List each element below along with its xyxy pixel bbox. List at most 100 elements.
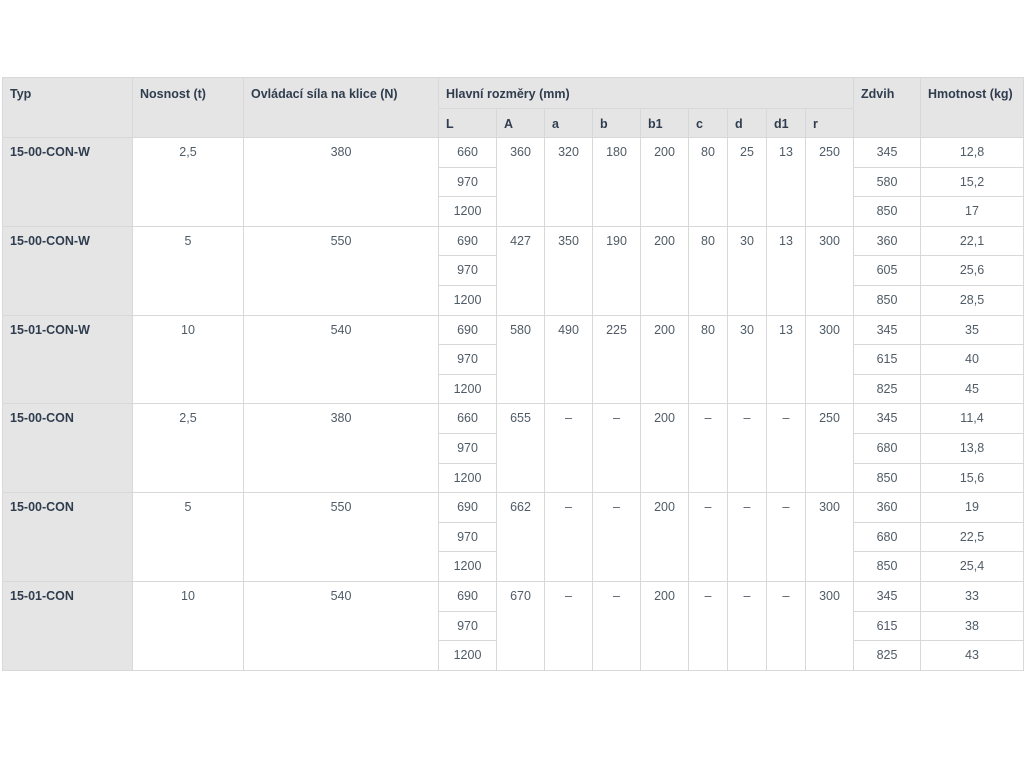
subheader-b: b <box>592 108 641 138</box>
cell-hmotnost: 17 <box>920 196 1024 227</box>
subheader-d: d <box>727 108 767 138</box>
cell-zdvih: 825 <box>853 373 921 405</box>
cell-zdvih: 850 <box>853 284 921 316</box>
cell-zdvih: 345 <box>853 137 921 168</box>
cell-l: 660 <box>438 137 497 168</box>
cell-hmotnost: 13,8 <box>920 432 1024 464</box>
spec-table: Typ Nosnost (t) Ovládací síla na klice (… <box>2 77 1024 671</box>
cell-a: – <box>544 580 593 671</box>
cell-l: 660 <box>438 403 497 434</box>
cell-r: 250 <box>805 403 854 494</box>
cell-d: – <box>727 403 767 494</box>
table-row: 15-01-CON 10 540 690 670– –200– – –300 345 33 <box>2 580 1024 671</box>
table-row: 15-01-CON-W 10 540 690 580 490 225 200 80 30 13 300… <box>2 314 1024 405</box>
subheader-c: c <box>688 108 728 138</box>
cell-sila: 380 <box>243 137 439 227</box>
cell-hmotnost: 11,4 <box>920 403 1024 434</box>
subheader-b1: b1 <box>640 108 689 138</box>
cell-zdvih: 680 <box>853 432 921 464</box>
cell-r: 300 <box>805 314 854 405</box>
cell-c: 80 <box>688 314 728 405</box>
cell-d: – <box>727 492 767 582</box>
cell-zdvih: 345 <box>853 580 921 612</box>
cell-zdvih: 360 <box>853 225 921 257</box>
cell-sila: 550 <box>243 225 439 316</box>
table-row: 15-00-CON-W 5 550 690 427 350 190 200 80 30 13 300 3… <box>2 225 1024 316</box>
cell-a: 580 <box>496 314 545 405</box>
cell-typ: 15-01-CON-W <box>2 314 133 405</box>
cell-a: 320 <box>544 137 593 227</box>
cell-zdvih: 850 <box>853 462 921 494</box>
cell-hmotnost: 43 <box>920 640 1024 671</box>
header-hmotnost: Hmotnost (kg) <box>920 77 1024 138</box>
cell-a: 662 <box>496 492 545 582</box>
cell-l: 690 <box>438 225 497 257</box>
cell-zdvih: 345 <box>853 314 921 346</box>
cell-hmotnost: 25,4 <box>920 551 1024 582</box>
cell-typ: 15-01-CON <box>2 580 133 671</box>
cell-l: 690 <box>438 492 497 523</box>
cell-c: – <box>688 492 728 582</box>
cell-zdvih: 680 <box>853 521 921 553</box>
cell-d1: – <box>766 403 806 494</box>
cell-b: 225 <box>592 314 641 405</box>
cell-b1: 200 <box>640 225 689 316</box>
cell-typ: 15-00-CON-W <box>2 225 133 316</box>
cell-b: 180 <box>592 137 641 227</box>
header-nosnost: Nosnost (t) <box>132 77 244 138</box>
cell-zdvih: 850 <box>853 551 921 582</box>
cell-nosnost: 5 <box>132 492 244 582</box>
cell-r: 300 <box>805 492 854 582</box>
cell-d: 25 <box>727 137 767 227</box>
cell-d1: – <box>766 580 806 671</box>
cell-b1: 200 <box>640 314 689 405</box>
cell-hmotnost: 28,5 <box>920 284 1024 316</box>
cell-l: 1200 <box>438 551 497 582</box>
cell-hmotnost: 15,6 <box>920 462 1024 494</box>
cell-b1: 200 <box>640 492 689 582</box>
cell-c: – <box>688 580 728 671</box>
cell-nosnost: 5 <box>132 225 244 316</box>
cell-a: 490 <box>544 314 593 405</box>
cell-c: – <box>688 403 728 494</box>
cell-a: – <box>544 403 593 494</box>
cell-hmotnost: 25,6 <box>920 255 1024 286</box>
header-zdvih: Zdvih <box>853 77 921 138</box>
cell-nosnost: 10 <box>132 580 244 671</box>
cell-zdvih: 850 <box>853 196 921 227</box>
cell-hmotnost: 45 <box>920 373 1024 405</box>
cell-zdvih: 345 <box>853 403 921 434</box>
cell-b: – <box>592 492 641 582</box>
cell-typ: 15-00-CON-W <box>2 137 133 227</box>
cell-r: 300 <box>805 225 854 316</box>
cell-r: 250 <box>805 137 854 227</box>
cell-nosnost: 10 <box>132 314 244 405</box>
cell-sila: 540 <box>243 314 439 405</box>
table-row: 15-00-CON 5 550 690 662– –200– – –300 360 19 <box>2 492 1024 582</box>
cell-b: 190 <box>592 225 641 316</box>
cell-zdvih: 580 <box>853 166 921 198</box>
cell-d1: – <box>766 492 806 582</box>
cell-zdvih: 615 <box>853 344 921 375</box>
cell-l: 1200 <box>438 373 497 405</box>
cell-a: – <box>544 492 593 582</box>
cell-l: 970 <box>438 521 497 553</box>
cell-b1: 200 <box>640 580 689 671</box>
cell-l: 690 <box>438 580 497 612</box>
subheader-a: A <box>496 108 545 138</box>
cell-d: 30 <box>727 225 767 316</box>
cell-c: 80 <box>688 225 728 316</box>
cell-zdvih: 360 <box>853 492 921 523</box>
cell-zdvih: 605 <box>853 255 921 286</box>
cell-hmotnost: 38 <box>920 610 1024 642</box>
cell-hmotnost: 15,2 <box>920 166 1024 198</box>
cell-a: 427 <box>496 225 545 316</box>
cell-hmotnost: 12,8 <box>920 137 1024 168</box>
cell-hmotnost: 22,1 <box>920 225 1024 257</box>
cell-sila: 540 <box>243 580 439 671</box>
cell-a: 655 <box>496 403 545 494</box>
cell-l: 970 <box>438 344 497 375</box>
cell-nosnost: 2,5 <box>132 137 244 227</box>
cell-hmotnost: 40 <box>920 344 1024 375</box>
cell-nosnost: 2,5 <box>132 403 244 494</box>
